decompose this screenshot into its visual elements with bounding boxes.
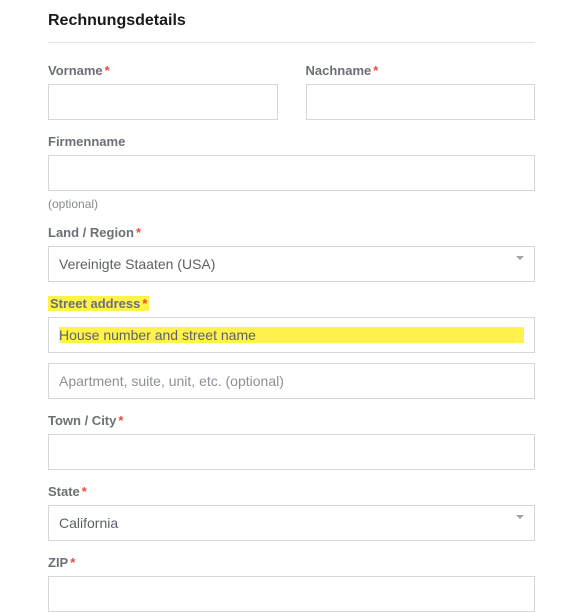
chevron-down-icon — [516, 515, 524, 519]
last-name-label: Nachname* — [306, 63, 536, 78]
first-name-field: Vorname* — [48, 63, 278, 120]
country-field: Land / Region* Vereinigte Staaten (USA) — [48, 225, 535, 282]
state-field: State* California — [48, 484, 535, 541]
required-asterisk: * — [118, 413, 123, 428]
label-text: Street address — [50, 296, 140, 311]
street-address-label: Street address* — [48, 296, 149, 311]
label-text: Nachname — [306, 63, 372, 78]
required-asterisk: * — [105, 63, 110, 78]
last-name-field: Nachname* — [306, 63, 536, 120]
city-field: Town / City* — [48, 413, 535, 470]
zip-input[interactable] — [48, 576, 535, 612]
required-asterisk: * — [70, 555, 75, 570]
label-text: Vorname — [48, 63, 103, 78]
label-text: Town / City — [48, 413, 116, 428]
chevron-down-icon — [516, 256, 524, 260]
first-name-label: Vorname* — [48, 63, 278, 78]
zip-label: ZIP* — [48, 555, 535, 570]
required-asterisk: * — [82, 484, 87, 499]
company-input[interactable] — [48, 155, 535, 191]
city-input[interactable] — [48, 434, 535, 470]
label-text: Land / Region — [48, 225, 134, 240]
street-address-field: Street address* — [48, 296, 535, 399]
state-label: State* — [48, 484, 535, 499]
country-label: Land / Region* — [48, 225, 535, 240]
company-field: Firmenname (optional) — [48, 134, 535, 211]
country-select[interactable]: Vereinigte Staaten (USA) — [48, 246, 535, 282]
city-label: Town / City* — [48, 413, 535, 428]
first-name-input[interactable] — [48, 84, 278, 120]
last-name-input[interactable] — [306, 84, 536, 120]
required-asterisk: * — [136, 225, 141, 240]
label-text: State — [48, 484, 80, 499]
label-text: ZIP — [48, 555, 68, 570]
company-label: Firmenname — [48, 134, 535, 149]
company-helper: (optional) — [48, 197, 535, 211]
required-asterisk: * — [142, 296, 147, 311]
section-heading: Rechnungsdetails — [48, 12, 535, 43]
country-selected-text: Vereinigte Staaten (USA) — [59, 256, 215, 272]
state-select[interactable]: California — [48, 505, 535, 541]
street-line1-input[interactable] — [48, 317, 535, 353]
state-selected-text: California — [59, 515, 118, 531]
street-line2-input[interactable] — [48, 363, 535, 399]
required-asterisk: * — [373, 63, 378, 78]
zip-field: ZIP* — [48, 555, 535, 612]
